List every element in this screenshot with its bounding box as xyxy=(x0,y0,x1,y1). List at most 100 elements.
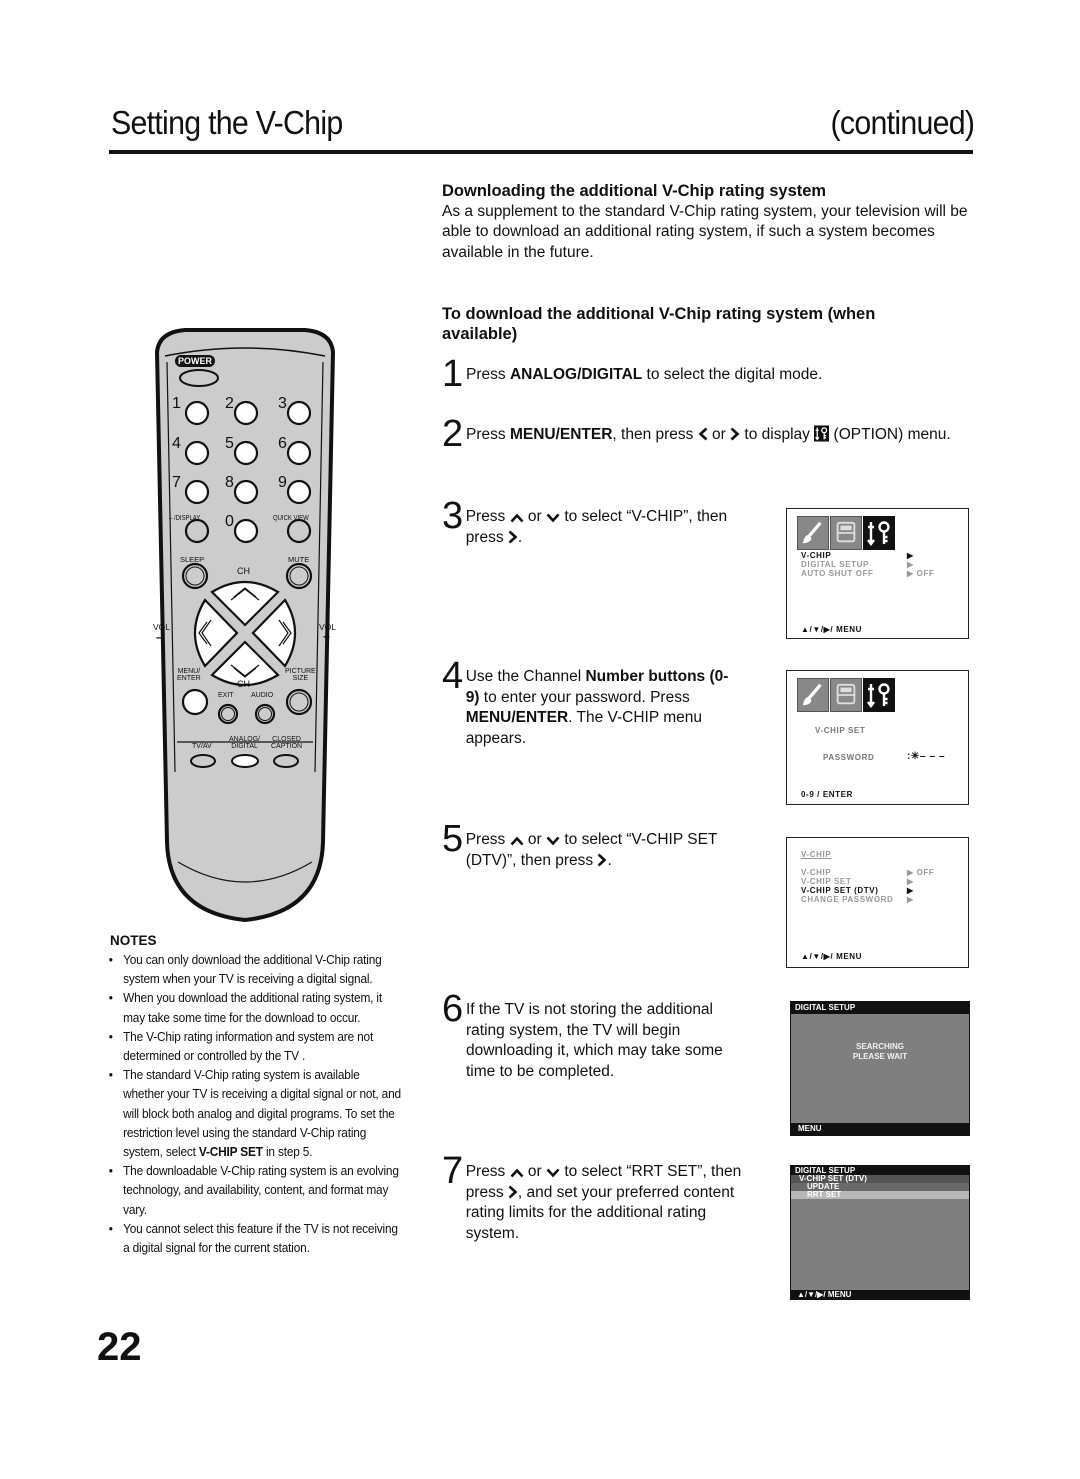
menu-text: MENU/ xyxy=(177,668,201,675)
brush-icon xyxy=(800,681,826,709)
exit-label: EXIT xyxy=(218,692,234,699)
step-number: 7 xyxy=(442,1150,464,1192)
vol-down-button[interactable] xyxy=(187,607,217,659)
step-text: Press or to select “RRT SET”, then press… xyxy=(466,1155,742,1244)
note-item: You cannot select this feature if the TV… xyxy=(106,1219,402,1257)
text: to enter your password. Press xyxy=(479,688,690,706)
note-item: The standard V-Chip rating system is ava… xyxy=(106,1065,402,1161)
note-text: The V-Chip rating information and system… xyxy=(123,1028,374,1064)
page-number: 22 xyxy=(97,1325,142,1369)
quick-view-label: QUICK VIEW xyxy=(273,515,309,522)
menu-item-value: ▶ xyxy=(907,886,914,895)
picture-text: PICTURE xyxy=(285,668,316,675)
menu-item-vchip: V-CHIP xyxy=(801,551,832,560)
option-tab xyxy=(863,516,895,550)
button-name: MENU/ENTER xyxy=(509,426,613,443)
screen-title-bar: DIGITAL SETUP xyxy=(791,1002,969,1014)
step-2: 2 Press MENU/ENTER, then press or to dis… xyxy=(442,415,982,453)
text: Press xyxy=(465,1163,510,1180)
option-tab xyxy=(863,678,895,712)
digit-label-4: 4 xyxy=(172,435,181,452)
note-item: You can only download the additional V-C… xyxy=(106,950,402,988)
digital-text: DIGITAL xyxy=(231,743,258,750)
caption-text: CAPTION xyxy=(271,743,303,750)
step-1: 1 Press ANALOG/DIGITAL to select the dig… xyxy=(442,355,982,393)
audio-label: AUDIO xyxy=(251,692,274,699)
text: Press xyxy=(465,508,510,525)
button-name: MENU/ENTER xyxy=(465,709,569,726)
rrt-screen: DIGITAL SETUP V-CHIP SET (DTV) UPDATE RR… xyxy=(790,1165,970,1300)
step-number: 5 xyxy=(442,818,464,860)
text: or xyxy=(523,508,547,525)
mute-label: MUTE xyxy=(288,555,310,564)
menu-item-vchip-set-dtv: V-CHIP SET (DTV) xyxy=(801,886,879,895)
tvav-label: TV/AV xyxy=(192,743,212,750)
note-text: The downloadable V-Chip rating system is… xyxy=(123,1163,399,1217)
step-number: 3 xyxy=(442,495,464,537)
notes-list: You can only download the additional V-C… xyxy=(106,950,401,1257)
sleep-label: SLEEP xyxy=(180,555,205,564)
screen-footer-bar: ▲/▼/▶/ MENU xyxy=(791,1290,969,1299)
right-arrow-icon xyxy=(597,853,607,867)
option-menu-icon xyxy=(814,425,829,442)
text: or xyxy=(707,426,731,443)
menu-item-value: ▶ OFF xyxy=(907,569,935,578)
brush-icon xyxy=(800,519,826,547)
step-text: If the TV is not storing the additional … xyxy=(466,1001,723,1080)
step-6: 6 If the TV is not storing the additiona… xyxy=(442,988,742,1082)
menu-tabs xyxy=(797,678,896,712)
ch-up-button[interactable] xyxy=(212,572,278,602)
note-text: You can only download the additional V-C… xyxy=(123,952,382,987)
password-screen: V-CHIP SET PASSWORD :✳– – – 0-9 / ENTER xyxy=(786,670,969,805)
menu-item-rrt-set: RRT SET xyxy=(791,1191,969,1199)
picture-size-label: PICTURE SIZE xyxy=(285,668,316,682)
plus-sign: + xyxy=(323,630,331,644)
digit-label-6: 6 xyxy=(278,435,287,452)
down-arrow-icon xyxy=(546,1168,560,1178)
ch-down-button[interactable] xyxy=(212,662,278,692)
note-item: The V-Chip rating information and system… xyxy=(106,1027,402,1065)
note-emphasis: V-CHIP SET xyxy=(198,1144,263,1160)
menu-item-vchip: V-CHIP xyxy=(801,868,832,877)
up-arrow-icon xyxy=(510,1168,524,1178)
continued-label: (continued) xyxy=(830,104,975,141)
digit-label-5: 5 xyxy=(225,435,234,452)
menu-enter-button[interactable] xyxy=(183,688,207,712)
size-text: SIZE xyxy=(292,675,309,682)
power-button[interactable] xyxy=(181,386,201,406)
menu-item-value: ▶ xyxy=(907,551,914,560)
menu-item-digital-setup: DIGITAL SETUP xyxy=(801,560,869,569)
digit-label-8: 8 xyxy=(225,474,234,491)
menu-item-vchip-set: V-CHIP SET xyxy=(801,877,852,886)
screen-icon xyxy=(833,519,859,547)
notes-title: NOTES xyxy=(110,933,157,948)
down-arrow-icon xyxy=(546,836,560,846)
button-name: ANALOG/DIGITAL xyxy=(509,366,643,383)
right-arrow-icon xyxy=(508,1185,518,1199)
right-arrow-icon xyxy=(508,530,518,544)
step-text: Use the Channel Number buttons (0-9) to … xyxy=(466,660,742,749)
text: Press xyxy=(466,426,510,443)
text: to display xyxy=(740,426,815,443)
option-tool-icon xyxy=(865,680,893,710)
step-3: 3 Press or to select “V-CHIP”, then pres… xyxy=(442,495,742,548)
password-field: :✳– – – xyxy=(907,751,946,762)
menu-footer-hint: ▲/▼/▶/ MENU xyxy=(801,625,863,634)
step-text: Press ANALOG/DIGITAL to select the digit… xyxy=(466,358,822,386)
step-text: Press or to select “V-CHIP SET (DTV)”, t… xyxy=(466,823,752,871)
menu-item-value: ▶ xyxy=(907,877,914,886)
text: , then press xyxy=(612,426,698,443)
text: or xyxy=(523,1163,547,1180)
vol-up-button[interactable] xyxy=(273,607,303,659)
digit-label-9: 9 xyxy=(278,474,287,491)
digit-label-3: 3 xyxy=(278,395,287,412)
please-wait-line: PLEASE WAIT xyxy=(852,1052,908,1061)
analog-digital-button[interactable] xyxy=(233,754,259,766)
password-label: PASSWORD xyxy=(823,753,875,762)
section-intro: As a supplement to the standard V-Chip r… xyxy=(442,203,968,261)
step-number: 6 xyxy=(442,988,464,1030)
screen-icon xyxy=(833,681,859,709)
digit-label-7: 7 xyxy=(172,474,181,491)
page-title: Setting the V-Chip xyxy=(111,104,343,141)
option-tool-icon xyxy=(865,518,893,548)
